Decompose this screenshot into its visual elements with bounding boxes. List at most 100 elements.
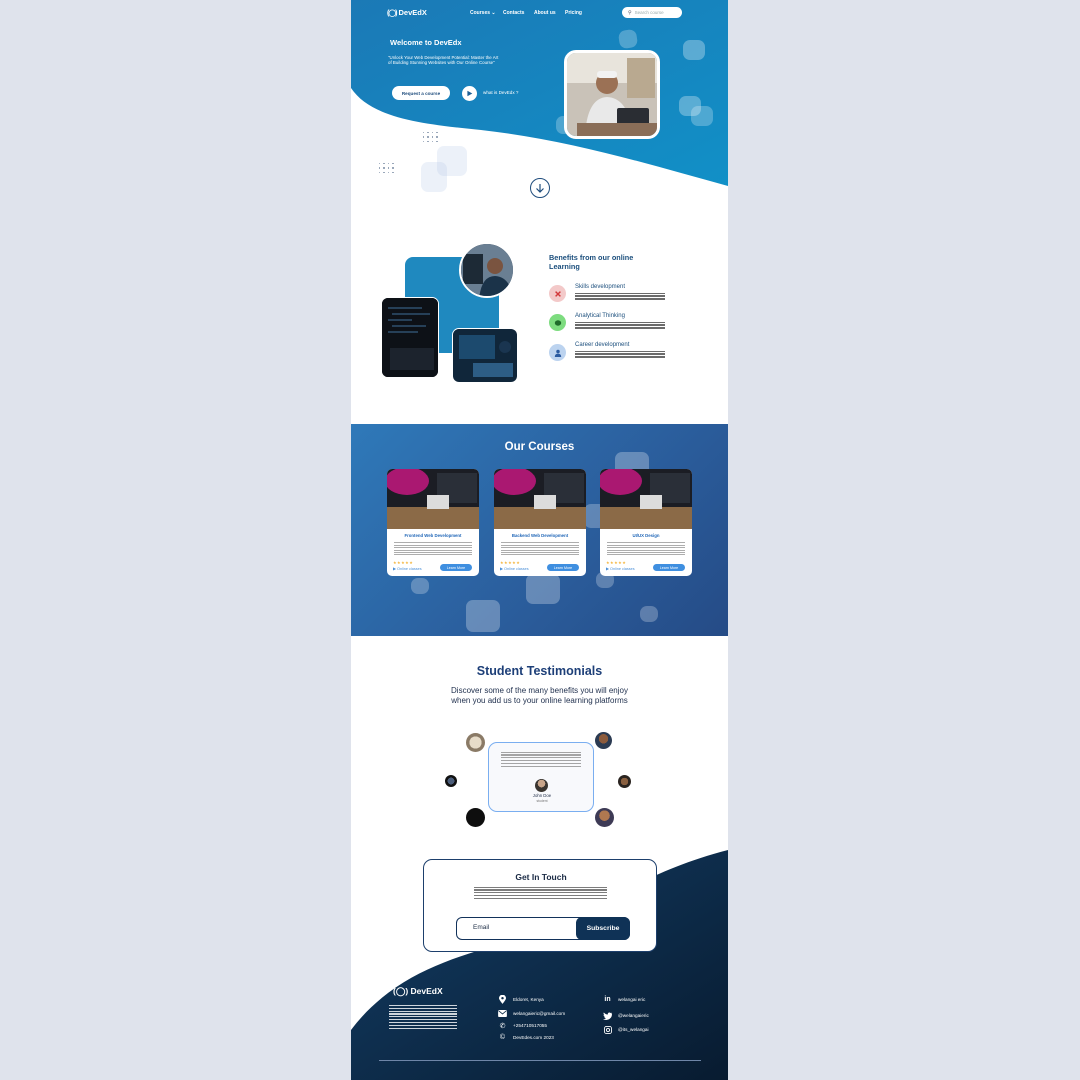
course-image	[494, 469, 586, 529]
benefit-career-text	[575, 349, 665, 358]
course-card-backend[interactable]: Backend Web Development ★★★★★ ▶ Online c…	[494, 469, 586, 576]
course-title: UI/UX Design	[632, 533, 660, 538]
benefit-photo-code	[381, 297, 439, 378]
benefit-career-title: Career development	[575, 342, 630, 348]
decor-square	[421, 162, 447, 192]
nav-courses[interactable]: Courses ⌄	[470, 10, 496, 16]
play-video-button[interactable]	[462, 86, 477, 101]
nav-pricing[interactable]: Pricing	[565, 10, 582, 16]
course-image	[387, 469, 479, 529]
student-avatar[interactable]	[466, 808, 485, 827]
play-icon	[467, 90, 473, 97]
testimonial-role: student	[536, 799, 548, 803]
hero-title: Welcome to DevEdx	[390, 38, 462, 47]
email-field[interactable]: Email Subscribe	[456, 917, 630, 940]
rating-stars: ★★★★★	[606, 560, 627, 565]
footer-phone[interactable]: ✆ +254710517055	[498, 1021, 547, 1030]
decor-square	[640, 606, 658, 622]
nav-contacts[interactable]: Contacts	[503, 10, 524, 16]
student-avatar[interactable]	[445, 775, 457, 787]
twitter-icon	[603, 1011, 612, 1020]
benefit-analytical-text	[575, 320, 665, 329]
benefit-analytical-title: Analytical Thinking	[575, 313, 625, 319]
video-icon: ▶	[500, 567, 503, 571]
phone-icon: ✆	[499, 1022, 506, 1030]
learn-more-button[interactable]: Learn More	[440, 564, 472, 571]
student-avatar[interactable]	[466, 733, 485, 752]
decor-square	[691, 106, 713, 126]
testimonial-card: John Doe student	[488, 742, 594, 812]
chevron-down-icon: ⌄	[491, 10, 496, 16]
what-is-devedx-link[interactable]: what is DevEdx ?	[483, 90, 519, 95]
email-placeholder: Email	[473, 924, 490, 931]
course-image	[600, 469, 692, 529]
online-classes-label: ▶ Online classes	[393, 567, 422, 571]
decor-square	[526, 574, 560, 604]
linkedin-icon: in	[604, 996, 611, 1003]
student-avatar[interactable]	[595, 732, 612, 749]
developer-image	[461, 244, 513, 296]
contact-title: Get In Touch	[515, 872, 567, 882]
courses-title: Our Courses	[504, 441, 575, 453]
request-course-button[interactable]: Request a course	[392, 86, 450, 100]
decor-dots	[423, 132, 438, 143]
footer-twitter[interactable]: @welangaieric	[603, 1011, 649, 1020]
location-pin-icon	[498, 995, 507, 1004]
student-avatar[interactable]	[595, 808, 614, 827]
brain-icon	[549, 314, 566, 331]
avatar	[535, 779, 548, 792]
logo-icon: (◯)	[393, 986, 411, 996]
instagram-icon	[603, 1025, 612, 1034]
course-description	[394, 541, 472, 556]
mail-icon	[498, 1009, 507, 1018]
footer-copyright: © DevEdes.com 2023	[499, 1034, 554, 1041]
student-avatar[interactable]	[618, 775, 631, 788]
benefit-skills-text	[575, 291, 665, 300]
course-description	[607, 541, 685, 556]
copyright-icon: ©	[499, 1034, 506, 1041]
hero-photo	[564, 50, 660, 139]
course-card-uiux[interactable]: UI/UX Design ★★★★★ ▶ Online classes Lear…	[600, 469, 692, 576]
rating-stars: ★★★★★	[393, 560, 414, 565]
benefits-title: Benefits from our online Learning	[549, 253, 634, 271]
footer-divider	[379, 1060, 701, 1061]
learn-more-button[interactable]: Learn More	[653, 564, 685, 571]
video-icon: ▶	[393, 567, 396, 571]
testimonial-text	[501, 750, 581, 767]
course-card-frontend[interactable]: Frontend Web Development ★★★★★ ▶ Online …	[387, 469, 479, 576]
online-classes-label: ▶ Online classes	[606, 567, 635, 571]
nav-about[interactable]: About us	[534, 10, 556, 16]
search-input[interactable]: ⚲ Search course	[622, 7, 682, 18]
learn-more-button[interactable]: Learn More	[547, 564, 579, 571]
tools-icon	[549, 285, 566, 302]
contact-card: Get In Touch Email Subscribe	[423, 859, 657, 952]
footer-logo[interactable]: (◯) DevEdX	[393, 986, 443, 997]
course-description	[501, 541, 579, 556]
subscribe-button[interactable]: Subscribe	[576, 917, 630, 940]
search-icon: ⚲	[628, 9, 632, 16]
logo-icon: (◯)	[387, 9, 397, 17]
scroll-down-button[interactable]	[530, 178, 550, 198]
footer-instagram[interactable]: @its_welangai	[603, 1025, 649, 1034]
course-title: Backend Web Development	[511, 533, 569, 538]
testimonial-name: John Doe	[532, 793, 552, 798]
man-with-laptop-image	[567, 53, 657, 136]
person-icon	[549, 344, 566, 361]
benefit-photo-round	[459, 242, 515, 298]
footer-linkedin[interactable]: in welangai eric	[603, 995, 645, 1004]
contact-text	[474, 885, 607, 899]
decor-square	[683, 40, 705, 60]
decor-square	[466, 600, 500, 632]
testimonials-subtitle: Discover some of the many benefits you w…	[451, 686, 628, 705]
hero-subtitle: "Unlock Your Web Development Potential: …	[388, 55, 499, 66]
landing-page: (◯) DevEdX Courses ⌄ Contacts About us Pr…	[351, 0, 728, 1080]
footer-location: Eldoret, Kenya	[498, 995, 544, 1004]
benefit-skills-title: Skills development	[575, 284, 626, 290]
footer-description	[389, 1003, 457, 1030]
laptop-typing-image	[453, 329, 517, 382]
footer-email[interactable]: welangaieric@gmail.com	[498, 1009, 565, 1018]
brand-logo[interactable]: (◯) DevEdX	[387, 8, 427, 17]
video-icon: ▶	[606, 567, 609, 571]
benefit-photo-laptop	[452, 328, 518, 383]
course-title: Frontend Web Development	[404, 533, 462, 538]
